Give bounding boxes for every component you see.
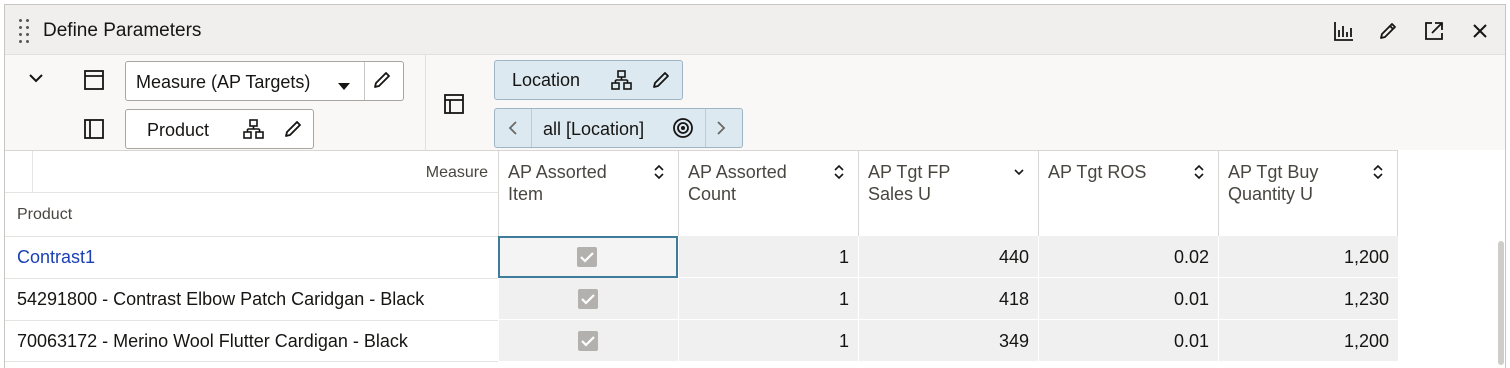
- buy-quantity-cell[interactable]: 1,200: [1218, 236, 1398, 278]
- page-selector-value: all [Location]: [543, 119, 645, 139]
- row-layout-icon: [80, 66, 108, 94]
- edit-measure-icon[interactable]: [371, 69, 393, 96]
- buy-quantity-cell[interactable]: 1,200: [1218, 320, 1398, 362]
- assorted-item-cell[interactable]: [498, 278, 678, 320]
- toolbar-divider: [425, 55, 426, 150]
- fp-sales-cell[interactable]: 440: [858, 236, 1038, 278]
- checkbox-checked-icon[interactable]: [578, 331, 598, 351]
- define-parameters-panel: Define Parameters Measure (AP Targets) P…: [4, 4, 1506, 368]
- sort-both-icon[interactable]: [1371, 162, 1385, 182]
- column-header-assorted-item[interactable]: AP Assorted Item: [498, 150, 678, 236]
- caret-down-icon[interactable]: [337, 78, 351, 96]
- column-header-label: AP Assorted Count: [688, 162, 787, 204]
- column-header-buy-quantity[interactable]: AP Tgt Buy Quantity U: [1218, 150, 1398, 236]
- panel-title: Define Parameters: [43, 20, 202, 41]
- column-header-label: AP Tgt ROS: [1048, 162, 1147, 182]
- vertical-scrollbar[interactable]: [1497, 55, 1505, 365]
- product-edge-selector[interactable]: Product: [125, 109, 314, 149]
- drag-handle-icon[interactable]: [19, 19, 31, 43]
- chevron-down-icon[interactable]: [22, 64, 50, 92]
- pivot-toolbar: Measure (AP Targets) Product Location al…: [5, 55, 1505, 150]
- target-icon[interactable]: [672, 117, 694, 144]
- edit-icon[interactable]: [1374, 17, 1402, 45]
- ros-cell[interactable]: 0.01: [1038, 320, 1218, 362]
- checkbox-checked-icon[interactable]: [578, 289, 598, 309]
- edit-product-icon[interactable]: [282, 118, 304, 145]
- row-label: 54291800 - Contrast Elbow Patch Caridgan…: [17, 289, 425, 309]
- table-row: Contrast1 1 440 0.02 1,200: [5, 236, 1403, 278]
- location-page-selector[interactable]: all [Location]: [494, 108, 743, 148]
- chevron-left-icon[interactable]: [505, 119, 521, 142]
- data-grid: Measure Product AP Assorted Item AP Asso…: [5, 150, 1505, 368]
- measure-header-label: Measure: [425, 164, 488, 181]
- sort-both-icon[interactable]: [652, 162, 666, 182]
- location-edge-chip[interactable]: Location: [494, 60, 683, 100]
- buy-quantity-cell[interactable]: 1,230: [1218, 278, 1398, 320]
- expand-icon[interactable]: [1420, 17, 1448, 45]
- assorted-count-cell[interactable]: 1: [678, 320, 858, 362]
- row-label: 70063172 - Merino Wool Flutter Cardigan …: [17, 331, 408, 351]
- close-icon[interactable]: [1466, 17, 1494, 45]
- scrollbar-thumb[interactable]: [1498, 241, 1504, 365]
- grid-corner-header: Measure Product: [5, 150, 498, 236]
- hierarchy-icon[interactable]: [611, 69, 633, 96]
- column-header-label: AP Tgt Buy Quantity U: [1228, 162, 1319, 204]
- assorted-count-cell[interactable]: 1: [678, 236, 858, 278]
- location-edge-label: Location: [512, 70, 581, 90]
- sort-descending-icon[interactable]: [1012, 162, 1026, 182]
- assorted-count-cell[interactable]: 1: [678, 278, 858, 320]
- column-header-fp-sales[interactable]: AP Tgt FP Sales U: [858, 150, 1038, 236]
- checkbox-checked-icon[interactable]: [577, 247, 597, 267]
- ros-cell[interactable]: 0.01: [1038, 278, 1218, 320]
- product-header-label: Product: [17, 206, 73, 223]
- edit-location-icon[interactable]: [650, 69, 672, 96]
- fp-sales-cell[interactable]: 349: [858, 320, 1038, 362]
- sort-both-icon[interactable]: [1192, 162, 1206, 182]
- product-edge-label: Product: [147, 120, 210, 140]
- hierarchy-icon[interactable]: [243, 118, 265, 145]
- column-header-assorted-count[interactable]: AP Assorted Count: [678, 150, 858, 236]
- chart-icon[interactable]: [1330, 17, 1358, 45]
- table-row: 54291800 - Contrast Elbow Patch Caridgan…: [5, 278, 1403, 320]
- measure-edge-label: Measure (AP Targets): [136, 72, 311, 92]
- column-header-label: AP Assorted Item: [508, 162, 607, 204]
- panel-header: Define Parameters: [5, 5, 1505, 55]
- ros-cell[interactable]: 0.02: [1038, 236, 1218, 278]
- page-layout-icon: [440, 90, 468, 118]
- column-header-ros[interactable]: AP Tgt ROS: [1038, 150, 1218, 236]
- sort-both-icon[interactable]: [832, 162, 846, 182]
- assorted-item-cell[interactable]: [498, 236, 678, 278]
- fp-sales-cell[interactable]: 418: [858, 278, 1038, 320]
- measure-edge-selector[interactable]: Measure (AP Targets): [125, 61, 404, 101]
- column-layout-icon: [80, 115, 108, 143]
- chevron-right-icon[interactable]: [713, 119, 729, 142]
- row-label-link[interactable]: Contrast1: [17, 246, 95, 268]
- assorted-item-cell[interactable]: [498, 320, 678, 362]
- column-header-label: AP Tgt FP Sales U: [868, 162, 951, 204]
- table-row: 70063172 - Merino Wool Flutter Cardigan …: [5, 320, 1403, 362]
